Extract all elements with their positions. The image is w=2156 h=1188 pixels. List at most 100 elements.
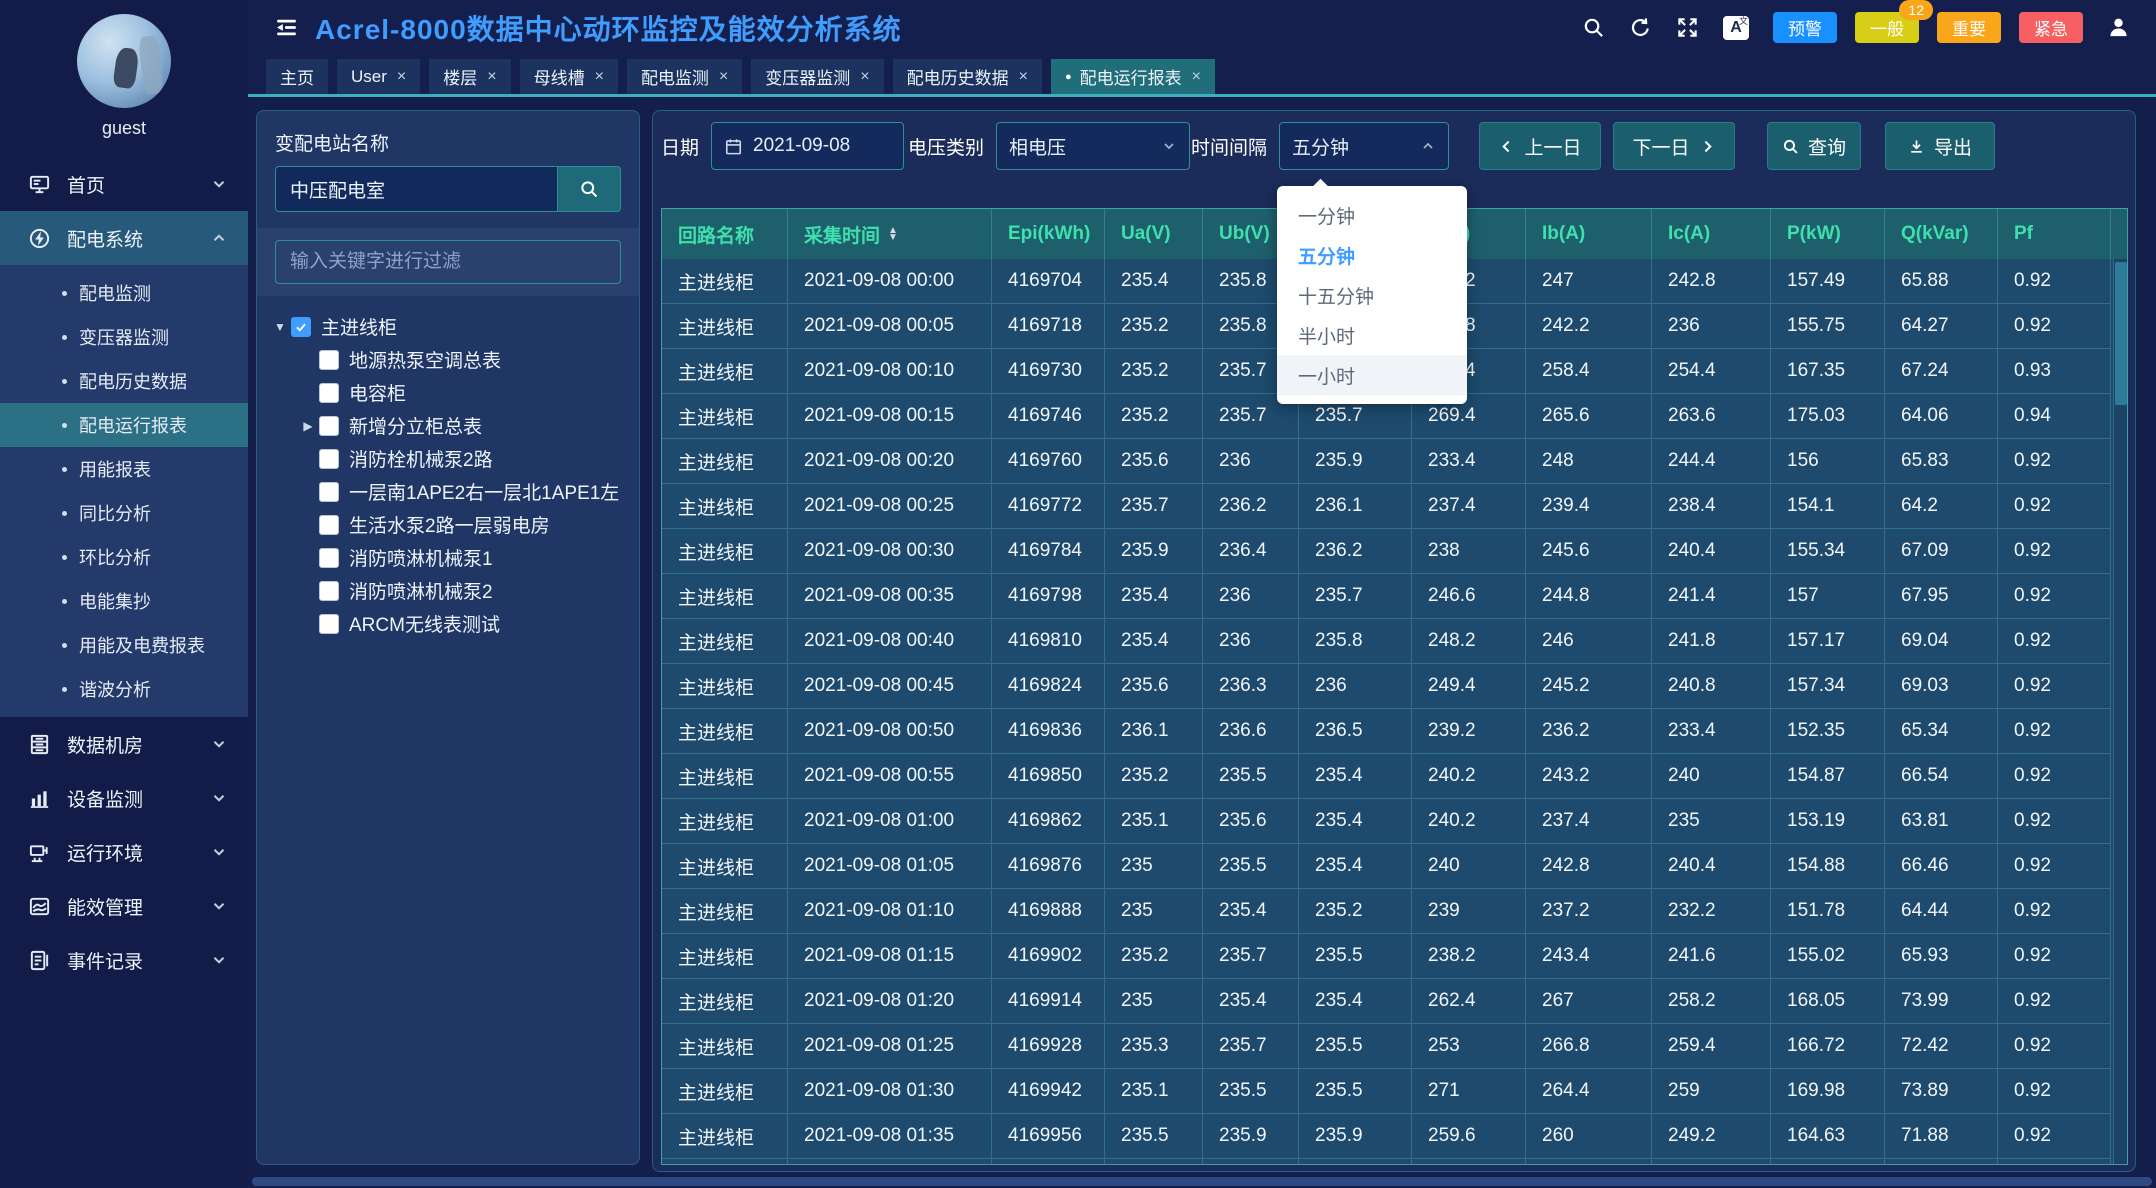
station-input[interactable] <box>275 166 557 212</box>
tree-node-消防喷淋机械泵1[interactable]: 消防喷淋机械泵1 <box>271 541 629 574</box>
alarm-button-重要[interactable]: 重要 <box>1937 12 2001 43</box>
tree-node-电容柜[interactable]: 电容柜 <box>271 376 629 409</box>
dropdown-option-半小时[interactable]: 半小时 <box>1277 315 1467 355</box>
user-icon[interactable] <box>2107 16 2130 39</box>
tree-node-消防栓机械泵2路[interactable]: 消防栓机械泵2路 <box>271 442 629 475</box>
tab-close-icon[interactable]: × <box>719 68 728 86</box>
dropdown-option-一分钟[interactable]: 一分钟 <box>1277 195 1467 235</box>
table-vertical-scrollbar[interactable] <box>2113 259 2127 1164</box>
tree-node-消防喷淋机械泵2[interactable]: 消防喷淋机械泵2 <box>271 574 629 607</box>
导出-button[interactable]: 导出 <box>1885 122 1995 170</box>
column-header-采集时间[interactable]: 采集时间▲▼ <box>788 209 992 259</box>
dropdown-option-五分钟[interactable]: 五分钟 <box>1277 235 1467 275</box>
table-row: 主进线柜2021-09-08 00:454169824235.6236.3236… <box>662 664 2127 709</box>
sidebar-item-电能集抄[interactable]: 电能集抄 <box>0 579 248 623</box>
menu-collapse-icon[interactable] <box>274 15 299 40</box>
tab-close-icon[interactable]: × <box>1192 68 1201 86</box>
tab-母线槽[interactable]: 母线槽× <box>520 59 618 94</box>
checkbox-消防栓机械泵2路[interactable] <box>319 449 339 469</box>
column-header-Pf[interactable]: Pf <box>1998 209 2111 259</box>
station-search-button[interactable] <box>557 166 621 212</box>
checkbox-一层南1APE2右一层北1APE1左[interactable] <box>319 482 339 502</box>
checkbox-生活水泵2路一层弱电房[interactable] <box>319 515 339 535</box>
tab-配电运行报表[interactable]: ●配电运行报表× <box>1051 59 1215 94</box>
tree-node-主进线柜[interactable]: ▼主进线柜 <box>271 310 629 343</box>
checkbox-消防喷淋机械泵2[interactable] <box>319 581 339 601</box>
sidebar-item-配电系统[interactable]: 配电系统 <box>0 211 248 265</box>
cell-P(kW): 155.75 <box>1771 304 1885 349</box>
sidebar-item-谐波分析[interactable]: 谐波分析 <box>0 667 248 711</box>
interval-select[interactable]: 五分钟 <box>1279 122 1449 170</box>
column-header-Q(kVar)[interactable]: Q(kVar) <box>1885 209 1998 259</box>
checkbox-新增分立柜总表[interactable] <box>319 416 339 436</box>
caret-right-icon[interactable]: ▶ <box>299 419 317 433</box>
tab-主页[interactable]: 主页 <box>266 59 328 94</box>
cell-Epi(kWh): 4169824 <box>992 664 1105 709</box>
horizontal-scrollbar[interactable] <box>252 1177 2152 1186</box>
sidebar-item-事件记录[interactable]: 事件记录 <box>0 933 248 987</box>
sidebar-item-首页[interactable]: 首页 <box>0 157 248 211</box>
column-header-Ib(A)[interactable]: Ib(A) <box>1526 209 1652 259</box>
tree-node-生活水泵2路一层弱电房[interactable]: 生活水泵2路一层弱电房 <box>271 508 629 541</box>
column-header-P(kW)[interactable]: P(kW) <box>1771 209 1885 259</box>
tab-close-icon[interactable]: × <box>487 68 496 86</box>
submenu-item-label: 谐波分析 <box>79 676 151 702</box>
sidebar-item-用能报表[interactable]: 用能报表 <box>0 447 248 491</box>
tab-User[interactable]: User× <box>337 59 420 94</box>
cell-Ic(A): 254.4 <box>1652 349 1771 394</box>
column-header-Ic(A)[interactable]: Ic(A) <box>1652 209 1771 259</box>
sidebar-item-配电监测[interactable]: 配电监测 <box>0 271 248 315</box>
checkbox-ARCM无线表测试[interactable] <box>319 614 339 634</box>
alarm-button-一般[interactable]: 一般12 <box>1855 12 1919 43</box>
tree-filter-input[interactable] <box>275 240 621 284</box>
tab-楼层[interactable]: 楼层× <box>429 59 510 94</box>
alarm-button-紧急[interactable]: 紧急 <box>2019 12 2083 43</box>
tab-close-icon[interactable]: × <box>860 68 869 86</box>
refresh-icon[interactable] <box>1629 16 1652 39</box>
sidebar-item-设备监测[interactable]: 设备监测 <box>0 771 248 825</box>
sidebar-item-运行环境[interactable]: 运行环境 <box>0 825 248 879</box>
fullscreen-icon[interactable] <box>1676 16 1699 39</box>
checkbox-主进线柜[interactable] <box>291 317 311 337</box>
language-translate-icon[interactable]: A文 <box>1723 16 1749 40</box>
tab-配电历史数据[interactable]: 配电历史数据× <box>893 59 1042 94</box>
tree-node-地源热泵空调总表[interactable]: 地源热泵空调总表 <box>271 343 629 376</box>
tab-close-icon[interactable]: × <box>595 68 604 86</box>
tab-变压器监测[interactable]: 变压器监测× <box>751 59 883 94</box>
sidebar-item-用能及电费报表[interactable]: 用能及电费报表 <box>0 623 248 667</box>
date-picker[interactable]: 2021-09-08 <box>711 122 904 170</box>
scrollbar-thumb[interactable] <box>2115 262 2127 405</box>
tree-node-一层南1APE2右一层北1APE1左[interactable]: 一层南1APE2右一层北1APE1左 <box>271 475 629 508</box>
column-header-Ua(V)[interactable]: Ua(V) <box>1105 209 1203 259</box>
cell-Ub(V): 235.9 <box>1203 1114 1299 1159</box>
查询-button[interactable]: 查询 <box>1767 122 1861 170</box>
sort-icon[interactable]: ▲▼ <box>888 227 898 241</box>
cell-Ib(A): 260 <box>1526 1114 1652 1159</box>
tree-node-新增分立柜总表[interactable]: ▶新增分立柜总表 <box>271 409 629 442</box>
caret-down-icon[interactable]: ▼ <box>271 320 289 334</box>
sidebar-item-配电历史数据[interactable]: 配电历史数据 <box>0 359 248 403</box>
tab-close-icon[interactable]: × <box>1019 68 1028 86</box>
dropdown-option-一小时[interactable]: 一小时 <box>1277 355 1467 395</box>
column-header-Epi(kWh)[interactable]: Epi(kWh) <box>992 209 1105 259</box>
dropdown-option-十五分钟[interactable]: 十五分钟 <box>1277 275 1467 315</box>
checkbox-地源热泵空调总表[interactable] <box>319 350 339 370</box>
search-icon[interactable] <box>1582 16 1605 39</box>
上一日-button[interactable]: 上一日 <box>1479 122 1601 170</box>
alarm-button-预警[interactable]: 预警 <box>1773 12 1837 43</box>
checkbox-消防喷淋机械泵1[interactable] <box>319 548 339 568</box>
下一日-button[interactable]: 下一日 <box>1613 122 1735 170</box>
sidebar-item-同比分析[interactable]: 同比分析 <box>0 491 248 535</box>
sidebar-item-数据机房[interactable]: 数据机房 <box>0 717 248 771</box>
tab-配电监测[interactable]: 配电监测× <box>627 59 742 94</box>
voltage-select[interactable]: 相电压 <box>996 122 1190 170</box>
avatar[interactable] <box>77 14 171 108</box>
sidebar-item-变压器监测[interactable]: 变压器监测 <box>0 315 248 359</box>
checkbox-电容柜[interactable] <box>319 383 339 403</box>
sidebar-item-能效管理[interactable]: 能效管理 <box>0 879 248 933</box>
column-header-回路名称[interactable]: 回路名称 <box>662 209 788 259</box>
tab-close-icon[interactable]: × <box>397 68 406 86</box>
tree-node-ARCM无线表测试[interactable]: ARCM无线表测试 <box>271 607 629 640</box>
sidebar-item-配电运行报表[interactable]: 配电运行报表 <box>0 403 248 447</box>
sidebar-item-环比分析[interactable]: 环比分析 <box>0 535 248 579</box>
